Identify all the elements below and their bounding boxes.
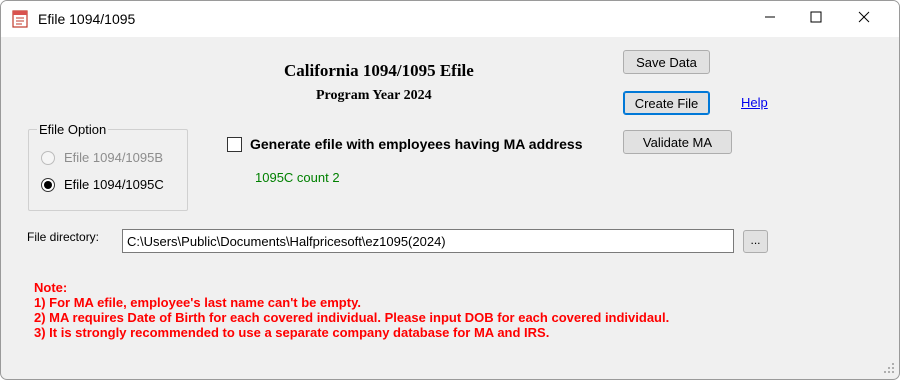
radio-button-selected[interactable]: [41, 177, 55, 192]
radio-label-1095b: Efile 1094/1095B: [64, 150, 164, 165]
browse-button[interactable]: ...: [743, 230, 768, 253]
help-link[interactable]: Help: [741, 95, 768, 110]
page-title: California 1094/1095 Efile: [284, 61, 474, 80]
radio-label-1095c: Efile 1094/1095C: [64, 177, 164, 192]
file-directory-input[interactable]: [122, 229, 734, 253]
efile-window: Efile 1094/1095 California 1094/1095 Efi…: [0, 0, 900, 380]
ma-address-checkbox-row[interactable]: Generate efile with employees having MA …: [227, 136, 582, 152]
create-file-button[interactable]: Create File: [623, 91, 710, 115]
radio-efile-1095b[interactable]: Efile 1094/1095B: [41, 150, 163, 165]
notes-block: Note: 1) For MA efile, employee's last n…: [34, 280, 669, 340]
radio-efile-1095c[interactable]: Efile 1094/1095C: [41, 177, 164, 192]
note-line-1: 1) For MA efile, employee's last name ca…: [34, 295, 361, 310]
resize-grip-icon[interactable]: [882, 361, 896, 375]
maximize-icon: [810, 10, 822, 28]
title-bar[interactable]: Efile 1094/1095: [1, 1, 899, 37]
note-line-3: 3) It is strongly recommended to use a s…: [34, 325, 550, 340]
form-count-text: 1095C count 2: [255, 170, 340, 185]
efile-option-legend: Efile Option: [37, 122, 109, 137]
window-title: Efile 1094/1095: [38, 11, 136, 27]
note-line-2: 2) MA requires Date of Birth for each co…: [34, 310, 670, 325]
note-heading: Note:: [34, 280, 68, 295]
efile-option-group: [28, 129, 188, 211]
maximize-button[interactable]: [793, 1, 839, 37]
ma-address-checkbox-label: Generate efile with employees having MA …: [250, 136, 583, 152]
close-icon: [858, 10, 870, 28]
app-form-icon: [11, 10, 29, 28]
close-button[interactable]: [841, 1, 887, 37]
ma-address-checkbox[interactable]: [227, 136, 242, 152]
save-data-button[interactable]: Save Data: [623, 50, 710, 74]
radio-button-unselected[interactable]: [41, 150, 55, 165]
file-directory-label: File directory:: [27, 230, 100, 244]
validate-ma-button[interactable]: Validate MA: [623, 130, 732, 154]
minimize-button[interactable]: [747, 1, 793, 37]
minimize-icon: [764, 10, 776, 28]
program-year-subtitle: Program Year 2024: [316, 88, 432, 103]
